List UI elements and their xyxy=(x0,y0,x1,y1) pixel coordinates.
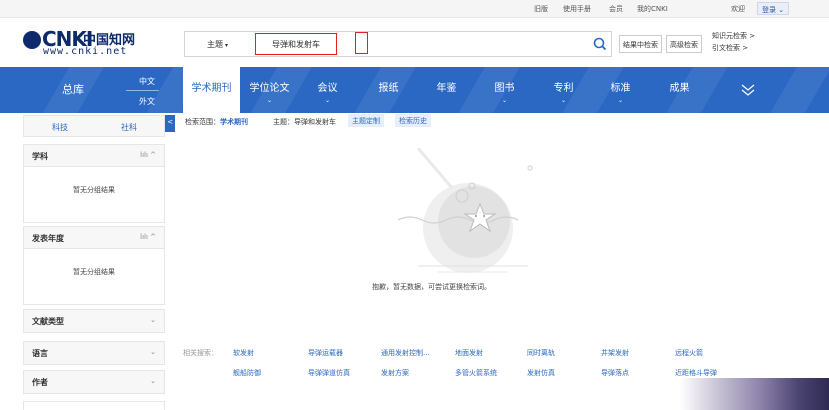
related-link[interactable]: 近距格斗导弹 xyxy=(675,368,717,378)
search-history-button[interactable]: 检索历史 xyxy=(395,114,431,127)
related-link[interactable]: 软发射 xyxy=(233,348,254,358)
knowledge-search-link[interactable]: 知识元检索 > xyxy=(712,30,755,42)
empty-state-message: 抱歉，暂无数据，可尝试更换检索词。 xyxy=(372,283,491,291)
my-cnki-link[interactable]: 我的CNKI xyxy=(637,4,668,14)
related-link[interactable]: 发射仿真 xyxy=(527,368,555,378)
tab-dissertations[interactable]: 学位论文 ⌄ xyxy=(242,67,297,113)
more-panel[interactable] xyxy=(23,401,165,410)
chevron-down-icon: ⌄ xyxy=(560,97,567,104)
chevron-down-icon: ⌄ xyxy=(617,97,624,104)
no-group-result: 暂无分组结果 xyxy=(73,186,115,194)
text-cursor-highlight xyxy=(355,32,368,54)
chevron-down-icon: ⌄ xyxy=(150,316,156,324)
user-manual-link[interactable]: 使用手册 xyxy=(563,4,591,14)
tab-science[interactable]: 科技 xyxy=(52,122,68,133)
author-panel[interactable]: 作者 ⌄ xyxy=(23,370,165,394)
login-label: 登录 xyxy=(762,6,776,14)
logo-url: www.cnki.net xyxy=(43,46,128,57)
caret-down-icon: ▾ xyxy=(225,42,229,49)
scope-value: 学术期刊 xyxy=(220,118,248,126)
related-link[interactable]: 导弹落点 xyxy=(601,368,629,378)
chevron-down-icon: ⌄ xyxy=(150,377,156,385)
tab-patents[interactable]: 专利 ⌄ xyxy=(541,67,586,113)
tab-journals[interactable]: 学术期刊 xyxy=(183,67,240,113)
lang-chinese[interactable]: 中文 xyxy=(139,76,155,87)
chevron-down-icon: ⌄ xyxy=(324,97,331,104)
citation-search-link[interactable]: 引文检索 > xyxy=(712,42,755,54)
subject-tabs: 科技 社科 xyxy=(23,115,165,137)
database-nav: 总库 中文 外文 学术期刊 学位论文 ⌄ 会议 ⌄ 报纸 年鉴 图书 ⌄ 专利 ⌄ 标准… xyxy=(0,67,829,113)
no-group-result: 暂无分组结果 xyxy=(73,268,115,276)
chart-toggle-icon[interactable]: lılı ^ xyxy=(140,233,156,241)
language-panel[interactable]: 语言 ⌄ xyxy=(23,341,165,365)
tab-newspapers[interactable]: 报纸 xyxy=(366,67,411,113)
chevron-down-icon: ⌄ xyxy=(266,97,273,104)
top-utility-bar: 旧版 使用手册 会员 我的CNKI 欢迎 登录 ⌄ xyxy=(0,0,829,18)
tab-books[interactable]: 图书 ⌄ xyxy=(482,67,527,113)
cnki-logo[interactable]: CNKI 中国知网 www.cnki.net xyxy=(23,25,138,59)
old-version-link[interactable]: 旧版 xyxy=(534,4,548,14)
related-link[interactable]: 多管火箭系统 xyxy=(455,368,497,378)
related-link[interactable]: 远程火箭 xyxy=(675,348,703,358)
side-search-links: 知识元检索 > 引文检索 > xyxy=(712,30,755,54)
year-panel-header[interactable]: 发表年度 lılı ^ xyxy=(24,227,164,249)
sidebar-collapse-button[interactable]: < xyxy=(165,115,175,132)
tab-yearbooks[interactable]: 年鉴 xyxy=(424,67,469,113)
year-panel: 发表年度 lılı ^ 暂无分组结果 xyxy=(23,226,165,305)
chevron-down-icon: ⌄ xyxy=(501,97,508,104)
search-in-results-button[interactable]: 结果中检索 xyxy=(619,35,662,53)
doc-type-panel[interactable]: 文献类型 ⌄ xyxy=(23,309,165,333)
scope-query: 主题：导弹和发射车 xyxy=(273,118,336,126)
chart-toggle-icon[interactable]: lılı ^ xyxy=(140,151,156,159)
chevron-down-icon: ⌄ xyxy=(778,6,785,14)
double-chevron-down-icon[interactable] xyxy=(740,83,756,97)
search-icon[interactable] xyxy=(592,36,608,52)
advanced-search-button[interactable]: 高级检索 xyxy=(666,35,702,53)
related-link[interactable]: 同时离轨 xyxy=(527,348,555,358)
login-button[interactable]: 登录 ⌄ xyxy=(757,2,790,15)
subject-panel: 学科 lılı ^ 暂无分组结果 xyxy=(23,144,165,223)
welcome-text: 欢迎 xyxy=(731,5,745,13)
empty-state-illustration xyxy=(398,148,533,273)
tab-achievements[interactable]: 成果 xyxy=(657,67,702,113)
decorative-gradient-overlay xyxy=(680,378,829,410)
search-input-value: 导弹和发射车 xyxy=(272,40,320,49)
tab-conferences[interactable]: 会议 ⌄ xyxy=(305,67,350,113)
topic-custom-button[interactable]: 主题定制 xyxy=(348,114,384,127)
lang-foreign[interactable]: 外文 xyxy=(139,96,155,107)
related-link[interactable]: 地面发射 xyxy=(455,348,483,358)
search-field-select[interactable]: 主题 ▾ xyxy=(207,39,228,50)
related-link[interactable]: 导弹弹道仿真 xyxy=(308,368,350,378)
related-link[interactable]: 导弹运载器 xyxy=(308,348,343,358)
chevron-down-icon: ⌄ xyxy=(150,348,156,356)
search-box: 主题 ▾ 导弹和发射车 xyxy=(184,31,612,57)
tab-social-science[interactable]: 社科 xyxy=(121,122,137,133)
search-scope: 检索范围：学术期刊 主题：导弹和发射车 主题定制 检索历史 xyxy=(185,114,431,127)
language-switch: 中文 外文 xyxy=(118,67,163,113)
search-input[interactable]: 导弹和发射车 xyxy=(255,32,368,55)
tab-zongku[interactable]: 总库 xyxy=(24,67,114,113)
related-link[interactable]: 井架发射 xyxy=(601,348,629,358)
subject-panel-header[interactable]: 学科 lılı ^ xyxy=(24,145,164,167)
member-link[interactable]: 会员 xyxy=(609,4,623,14)
related-search-label: 相关搜索： xyxy=(183,349,218,357)
related-link[interactable]: 发射方案 xyxy=(381,368,409,378)
tab-standards[interactable]: 标准 ⌄ xyxy=(598,67,643,113)
related-link[interactable]: 通用发射控制... xyxy=(381,348,430,358)
related-link[interactable]: 舰船防御 xyxy=(233,368,261,378)
